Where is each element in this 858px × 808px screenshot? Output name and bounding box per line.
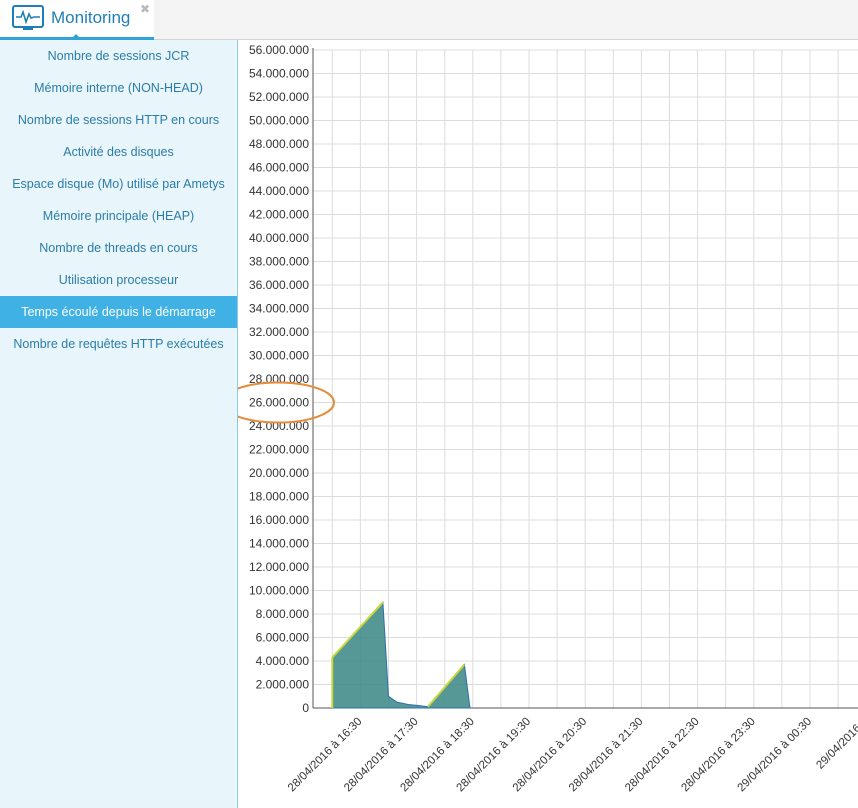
area-series <box>331 601 471 709</box>
close-icon[interactable]: ✖ <box>140 2 150 16</box>
y-tick-label: 8.000.000 <box>256 607 310 621</box>
x-tick-label: 29/04/2016 à <box>814 715 858 771</box>
y-tick-label: 2.000.000 <box>256 678 310 692</box>
y-tick-label: 32.000.000 <box>249 325 309 339</box>
uptime-chart: 0 2.000.000 4.000.000 6.000.000 8.000.000 10.… <box>238 43 858 794</box>
y-tick-label: 26.000.000 <box>249 396 309 410</box>
sidebar-item-uptime[interactable]: Temps écoulé depuis le démarrage <box>0 296 237 328</box>
x-axis: 28/04/2016 à 16:3028/04/2016 à 17:3028/0… <box>286 707 858 794</box>
sidebar-item-http-sessions[interactable]: Nombre de sessions HTTP en cours <box>0 104 237 136</box>
sidebar-item-non-heap-memory[interactable]: Mémoire interne (NON-HEAD) <box>0 72 237 104</box>
tab-monitoring[interactable]: Monitoring ✖ <box>0 0 154 40</box>
y-tick-label: 40.000.000 <box>249 231 309 245</box>
y-tick-label: 54.000.000 <box>249 67 309 81</box>
y-tick-label: 44.000.000 <box>249 184 309 198</box>
y-tick-label: 56.000.000 <box>249 43 309 57</box>
monitor-icon <box>12 5 44 30</box>
y-tick-label: 10.000.000 <box>249 584 309 598</box>
y-tick-label: 16.000.000 <box>249 513 309 527</box>
y-tick-label: 22.000.000 <box>249 443 309 457</box>
chart-series <box>331 601 471 709</box>
sidebar: Nombre de sessions JCR Mémoire interne (… <box>0 40 238 808</box>
y-tick-label: 50.000.000 <box>249 114 309 128</box>
tab-bar: Monitoring ✖ <box>0 0 858 40</box>
y-tick-label: 36.000.000 <box>249 278 309 292</box>
chart-grid <box>313 49 858 709</box>
y-tick-label: 46.000.000 <box>249 161 309 175</box>
y-tick-label: 38.000.000 <box>249 255 309 269</box>
y-tick-label: 12.000.000 <box>249 560 309 574</box>
chart-area: 0 2.000.000 4.000.000 6.000.000 8.000.000 10.… <box>238 40 858 808</box>
sidebar-item-jcr-sessions[interactable]: Nombre de sessions JCR <box>0 40 237 72</box>
y-tick-label: 14.000.000 <box>249 537 309 551</box>
tab-title: Monitoring <box>51 8 131 27</box>
y-tick-label: 20.000.000 <box>249 466 309 480</box>
y-tick-label: 52.000.000 <box>249 90 309 104</box>
y-tick-label: 18.000.000 <box>249 490 309 504</box>
tab-indicator <box>71 34 81 39</box>
sidebar-item-disk-activity[interactable]: Activité des disques <box>0 136 237 168</box>
y-tick-label: 42.000.000 <box>249 208 309 222</box>
sidebar-item-http-requests[interactable]: Nombre de requêtes HTTP exécutées <box>0 328 237 360</box>
y-tick-label: 48.000.000 <box>249 137 309 151</box>
y-tick-label: 4.000.000 <box>256 654 310 668</box>
y-tick-label: 30.000.000 <box>249 349 309 363</box>
sidebar-item-disk-space[interactable]: Espace disque (Mo) utilisé par Ametys <box>0 168 237 200</box>
sidebar-item-threads[interactable]: Nombre de threads en cours <box>0 232 237 264</box>
y-tick-label: 0 <box>302 701 309 715</box>
sidebar-item-heap-memory[interactable]: Mémoire principale (HEAP) <box>0 200 237 232</box>
y-tick-label: 34.000.000 <box>249 302 309 316</box>
y-axis: 0 2.000.000 4.000.000 6.000.000 8.000.000 10.… <box>249 43 314 715</box>
y-tick-label: 6.000.000 <box>256 631 310 645</box>
sidebar-item-cpu-usage[interactable]: Utilisation processeur <box>0 264 237 296</box>
